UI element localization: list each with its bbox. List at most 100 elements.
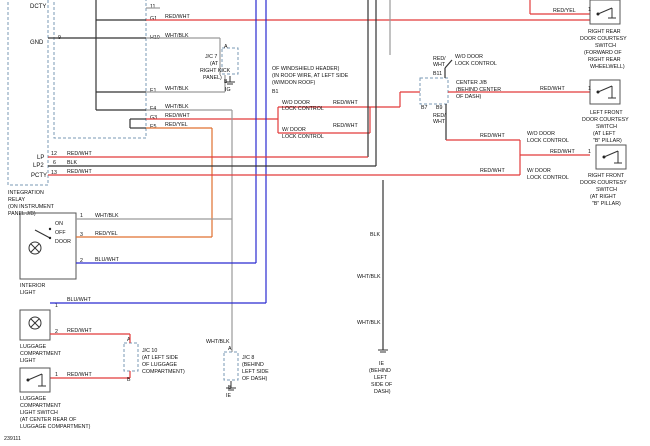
svg-text:LUGGAGE: LUGGAGE (20, 344, 47, 350)
center-jb-pin-b9: B9 (436, 105, 443, 111)
jc10-label: J/C 10 (AT LEFT SIDE OF LUGGAGE COMPARTM… (142, 348, 185, 375)
relay-internal-box (53, 0, 147, 139)
wht-blk-vert1-wire: WHT/BLK (357, 274, 381, 280)
figure-id: 239111 (4, 436, 21, 442)
svg-text:(AT CENTER REAR OF: (AT CENTER REAR OF (20, 417, 77, 423)
svg-text:W/O DOOR: W/O DOOR (527, 131, 555, 137)
red-wht-lug2-wire: RED/WHT (67, 372, 92, 378)
right-front-label: RIGHT FRONT DOOR COURTESY SWITCH (AT RIG… (580, 173, 627, 207)
pin-12: 12 (51, 151, 57, 157)
pin-e1: E1 (150, 88, 157, 94)
svg-text:(FORWARD OF: (FORWARD OF (584, 50, 622, 56)
right-w-lock-label: W/ DOOR LOCK CONTROL (527, 168, 569, 181)
svg-text:WHT: WHT (433, 119, 446, 125)
luggage-switch-box (19, 367, 51, 393)
luggage-pin-1: 1 (55, 303, 58, 309)
left-front-door-switch (589, 79, 621, 105)
svg-text:OF WINDSHIELD HEADER): OF WINDSHIELD HEADER) (272, 66, 340, 72)
svg-text:OF DASH): OF DASH) (242, 376, 268, 382)
wht-blk-vert2-wire: WHT/BLK (357, 320, 381, 326)
svg-text:LIGHT SWITCH: LIGHT SWITCH (20, 410, 58, 416)
svg-text:RIGHT FRONT: RIGHT FRONT (588, 173, 625, 179)
w-lock-red-wht-wire: RED/WHT (480, 168, 505, 174)
svg-text:PANEL): PANEL) (203, 75, 222, 81)
red-wht-front-left-wire: RED/WHT (480, 133, 505, 139)
jc7-label: J/C 7 (AT RIGHT KICK PANEL) (200, 54, 231, 81)
svg-text:SWITCH: SWITCH (596, 124, 617, 130)
lp2-wire-label: BLK (67, 160, 77, 166)
svg-text:RIGHT KICK: RIGHT KICK (200, 68, 231, 74)
svg-text:SWITCH: SWITCH (595, 43, 616, 49)
jc8-box (223, 351, 239, 381)
svg-text:J/C 10: J/C 10 (142, 348, 157, 354)
svg-text:J/C 7: J/C 7 (205, 54, 217, 60)
wht-blk-int-wire: WHT/BLK (95, 213, 119, 219)
red-yel-top-wire: RED/YEL (553, 8, 576, 14)
pin-g1: G1 (150, 16, 157, 22)
left-front-label: LEFT FRONT DOOR COURTESY SWITCH (AT LEFT… (582, 110, 629, 144)
svg-text:DASH): DASH) (374, 389, 391, 395)
svg-text:(AT LEFT SIDE: (AT LEFT SIDE (142, 355, 179, 361)
interior-on: ON (55, 221, 63, 227)
svg-text:(IN ROOF WIRE, AT LEFT SIDE: (IN ROOF WIRE, AT LEFT SIDE (272, 73, 349, 79)
svg-text:W/ DOOR: W/ DOOR (282, 127, 306, 133)
right-front-pin: 1 (588, 149, 591, 155)
blu-wht-lug-wire: BLU/WHT (67, 297, 92, 303)
relay-pin-dcty: DCTY (30, 4, 46, 10)
pin-11: 11 (150, 4, 156, 10)
svg-text:IE: IE (379, 361, 384, 367)
center-jb-box (419, 77, 449, 105)
svg-text:(ON INSTRUMENT: (ON INSTRUMENT (8, 204, 55, 210)
red-wht-center-wire: RED/WHT (540, 86, 565, 92)
f4-wire-label: WHT/BLK (165, 104, 189, 110)
lp-wires (48, 156, 520, 176)
svg-text:OF DASH): OF DASH) (456, 94, 482, 100)
jc10-box (123, 342, 139, 372)
luggage-switch-icon (26, 373, 46, 387)
svg-text:DOOR COURTESY: DOOR COURTESY (582, 117, 629, 123)
svg-text:PANEL J/B): PANEL J/B) (8, 211, 36, 217)
svg-text:LOCK CONTROL: LOCK CONTROL (282, 106, 324, 112)
wo-lock-red-wht-wire: RED/WHT (550, 149, 575, 155)
e5-wire-label: RED/YEL (165, 122, 188, 128)
center-jb-wo-note: W/O DOOR LOCK CONTROL (455, 54, 497, 67)
door-lock-wo-wire: RED/WHT (333, 100, 358, 106)
right-rear-label: RIGHT REAR DOOR COURTESY SWITCH (FORWARD… (580, 29, 627, 70)
svg-text:CENTER J/B: CENTER J/B (456, 80, 487, 86)
svg-text:LEFT FRONT: LEFT FRONT (590, 110, 623, 116)
svg-text:RELAY: RELAY (8, 197, 25, 203)
interior-pin-1: 1 (80, 213, 83, 219)
jc7-ground-label: IG (225, 87, 231, 93)
svg-text:(W/MOON ROOF): (W/MOON ROOF) (272, 80, 315, 86)
svg-text:"B" PILLAR): "B" PILLAR) (593, 138, 622, 144)
h10-wire-label: WHT/BLK (165, 33, 189, 39)
svg-text:DOOR COURTESY: DOOR COURTESY (580, 180, 627, 186)
windshield-note: OF WINDSHIELD HEADER) (IN ROOF WIRE, AT … (272, 66, 349, 86)
windshield-pin-b1: B1 (272, 89, 279, 95)
door-lock-wo-label: W/O DOOR LOCK CONTROL (282, 100, 324, 112)
ie-ground-label: IE (BEHIND LEFT SIDE OF DASH) (369, 361, 393, 395)
svg-text:LEFT: LEFT (374, 375, 388, 381)
svg-text:J/C 8: J/C 8 (242, 355, 254, 361)
interior-lamp-icon (28, 227, 52, 255)
svg-text:SIDE OF: SIDE OF (371, 382, 393, 388)
svg-text:(BEHIND: (BEHIND (242, 362, 264, 368)
ie-ground-icon (378, 349, 388, 353)
svg-text:OF LUGGAGE: OF LUGGAGE (142, 362, 177, 368)
relay-pin-pcty: PCTY (31, 173, 47, 179)
door-lock-w-wire: RED/WHT (333, 123, 358, 129)
relay-pin-gnd: GND (30, 40, 44, 46)
svg-text:LOCK CONTROL: LOCK CONTROL (527, 175, 569, 181)
jc8-label: J/C 8 (BEHIND LEFT SIDE OF DASH) (242, 355, 269, 382)
svg-text:W/O DOOR: W/O DOOR (455, 54, 483, 60)
jc8-ground-label: IE (226, 393, 231, 399)
center-jb-wiring (399, 59, 590, 141)
interior-off: OFF (55, 230, 66, 236)
left-front-pin: 1 (588, 86, 591, 92)
e1-wire-label: WHT/BLK (165, 86, 189, 92)
svg-text:W/ DOOR: W/ DOOR (527, 168, 551, 174)
svg-text:WHEELWELL): WHEELWELL) (590, 64, 625, 70)
center-jb-pin-b7: B7 (421, 105, 428, 111)
svg-text:COMPARTMENT): COMPARTMENT) (142, 369, 185, 375)
pin-g3: G3 (150, 115, 157, 121)
